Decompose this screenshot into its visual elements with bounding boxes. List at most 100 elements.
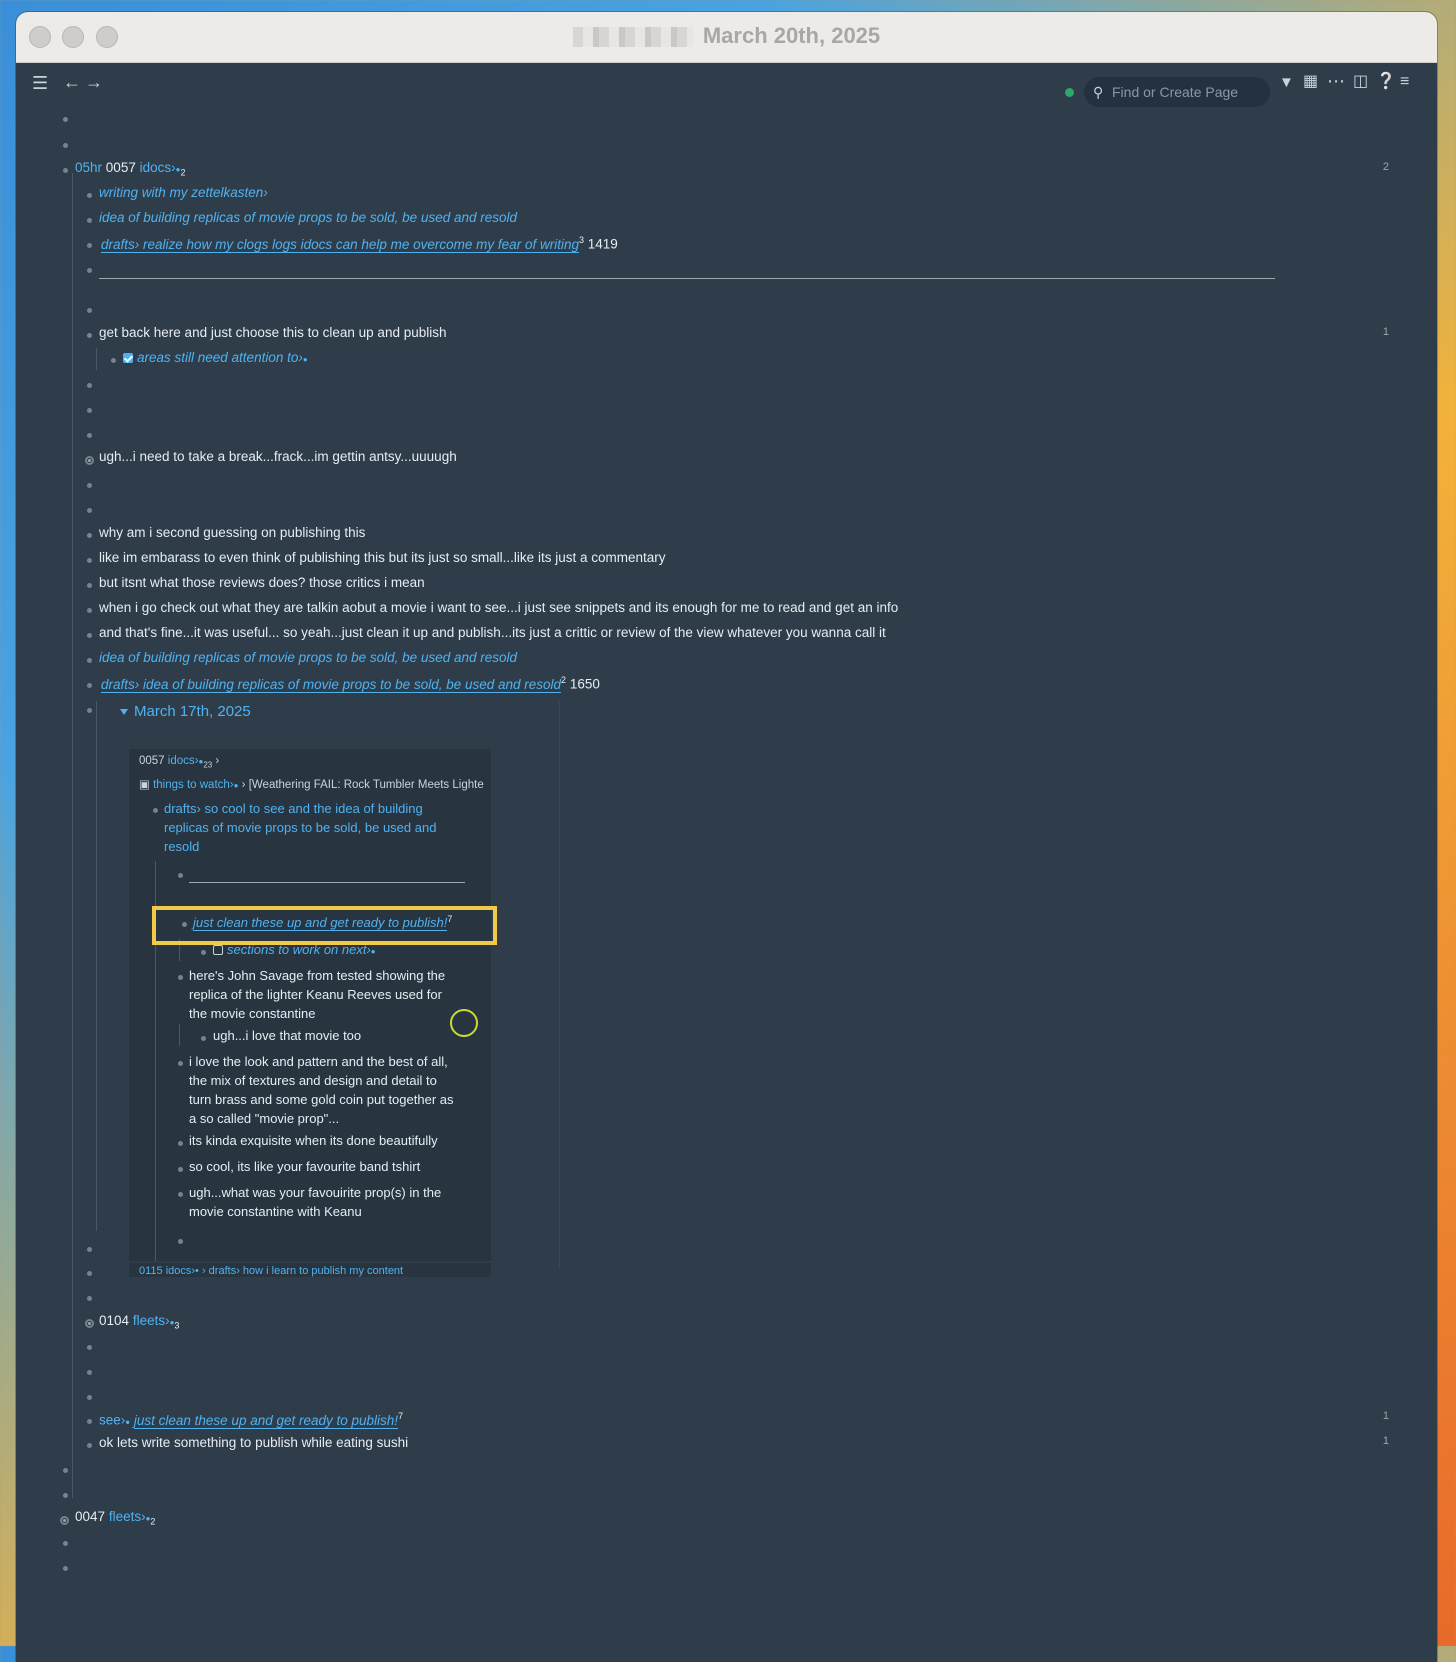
- block-bullet[interactable]: [87, 633, 92, 638]
- empty-block-bullet[interactable]: [63, 1468, 68, 1473]
- empty-block-bullet[interactable]: [87, 1345, 92, 1350]
- calendar-icon[interactable]: ▦: [1303, 73, 1318, 91]
- embed-breadcrumb[interactable]: 0057 idocs›●23 ›: [139, 755, 219, 769]
- text-block[interactable]: like im embarass to even think of publis…: [99, 550, 665, 565]
- fleets-link[interactable]: fleets›: [109, 1509, 146, 1524]
- block-bullet[interactable]: [87, 558, 92, 563]
- empty-block-bullet[interactable]: [63, 1541, 68, 1546]
- help-icon[interactable]: ❔: [1376, 73, 1396, 91]
- sushi-block[interactable]: ok lets write something to publish while…: [99, 1435, 408, 1450]
- empty-block-bullet[interactable]: [63, 117, 68, 122]
- collapse-arrow-icon[interactable]: [120, 709, 128, 716]
- filter-icon[interactable]: ▼: [1279, 74, 1294, 92]
- back-arrow-icon[interactable]: ←: [63, 73, 81, 91]
- block-bullet[interactable]: [178, 1141, 183, 1146]
- break-block[interactable]: ugh...i need to take a break...frack...i…: [99, 449, 457, 464]
- empty-block-bullet[interactable]: [87, 308, 92, 313]
- empty-block-bullet[interactable]: [87, 1296, 92, 1301]
- block-ref-count[interactable]: 1: [1383, 326, 1389, 338]
- checkbox-checked[interactable]: [123, 353, 133, 363]
- drafts-ref-link[interactable]: drafts› idea of building replicas of mov…: [101, 676, 562, 693]
- text-block[interactable]: when i go check out what they are talkin…: [99, 600, 898, 615]
- block-bullet[interactable]: [87, 193, 92, 198]
- embed-breadcrumb[interactable]: ▣ things to watch›● › [Weathering FAIL: …: [139, 777, 489, 791]
- john-savage-block[interactable]: here's John Savage from tested showing t…: [189, 966, 445, 1023]
- block-bullet[interactable]: [178, 873, 183, 878]
- clean-up-link[interactable]: just clean these up and get ready to pub…: [133, 1412, 399, 1429]
- block-bullet[interactable]: [111, 358, 116, 363]
- zettelkasten-link[interactable]: writing with my zettelkasten›: [99, 185, 268, 200]
- empty-block-bullet[interactable]: [87, 383, 92, 388]
- block-05hr[interactable]: 05hr 0057 idocs›●2: [75, 160, 185, 178]
- block-bullet[interactable]: [178, 1167, 183, 1172]
- crumb-tag-link[interactable]: idocs›: [168, 755, 199, 767]
- embed-scrollbar[interactable]: [559, 701, 560, 1269]
- block-ref-count[interactable]: 2: [1383, 161, 1389, 173]
- see-link[interactable]: see›: [99, 1413, 125, 1428]
- block-bullet[interactable]: [87, 1443, 92, 1448]
- block-bullet[interactable]: [178, 1061, 183, 1066]
- empty-block-bullet[interactable]: [178, 1239, 183, 1244]
- drafts-ref-link[interactable]: drafts› realize how my clogs logs idocs …: [101, 236, 579, 253]
- embed-date-link[interactable]: March 17th, 2025: [134, 703, 251, 720]
- time-link[interactable]: 05hr: [75, 160, 102, 175]
- movie-props-link[interactable]: idea of building replicas of movie props…: [99, 650, 517, 665]
- empty-block-bullet[interactable]: [87, 408, 92, 413]
- block-bullet[interactable]: [87, 608, 92, 613]
- more-icon[interactable]: ⋯: [1327, 72, 1345, 90]
- block-bullet[interactable]: [201, 1036, 206, 1041]
- text-block[interactable]: so cool, its like your favourite band ts…: [189, 1159, 420, 1174]
- block-bullet[interactable]: [201, 950, 206, 955]
- text-block[interactable]: and that's fine...it was useful... so ye…: [99, 625, 886, 640]
- block-ref-count[interactable]: 1: [1383, 1435, 1389, 1447]
- text-block[interactable]: ugh...i love that movie too: [213, 1028, 361, 1043]
- text-block[interactable]: why am i second guessing on publishing t…: [99, 525, 365, 540]
- embed-date-header[interactable]: March 17th, 2025: [120, 703, 251, 720]
- block-bullet[interactable]: [87, 683, 92, 688]
- forward-arrow-icon[interactable]: →: [85, 73, 103, 91]
- see-ref-block[interactable]: see›● just clean these up and get ready …: [99, 1411, 403, 1429]
- block-bullet[interactable]: [87, 708, 92, 713]
- get-back-block[interactable]: get back here and just choose this to cl…: [99, 325, 447, 340]
- block-bullet[interactable]: [87, 243, 92, 248]
- block-bullet[interactable]: [178, 1192, 183, 1197]
- block-bullet[interactable]: [87, 533, 92, 538]
- movie-props-link[interactable]: idea of building replicas of movie props…: [99, 210, 517, 225]
- love-the-look-block[interactable]: i love the look and pattern and the best…: [189, 1052, 454, 1128]
- empty-block-bullet[interactable]: [63, 1493, 68, 1498]
- right-sidebar-icon[interactable]: ≡: [1400, 73, 1409, 91]
- favourite-prop-block[interactable]: ugh...what was your favouirite prop(s) i…: [189, 1183, 441, 1221]
- empty-block-bullet[interactable]: [87, 1370, 92, 1375]
- block-0104[interactable]: 0104 fleets›●3: [99, 1313, 179, 1331]
- collapsed-block-bullet[interactable]: [85, 456, 94, 465]
- empty-block-bullet[interactable]: [87, 433, 92, 438]
- block-bullet[interactable]: [63, 168, 68, 173]
- empty-block-bullet[interactable]: [87, 1395, 92, 1400]
- empty-block-bullet[interactable]: [87, 1247, 92, 1252]
- collapsed-block-bullet[interactable]: [60, 1516, 69, 1525]
- block-bullet[interactable]: [87, 333, 92, 338]
- crumb-tag-link[interactable]: things to watch›: [153, 779, 234, 791]
- areas-attention-link[interactable]: areas still need attention to›: [137, 350, 303, 365]
- empty-block-bullet[interactable]: [87, 1271, 92, 1276]
- block-bullet[interactable]: [87, 218, 92, 223]
- empty-block-bullet[interactable]: [63, 143, 68, 148]
- block-bullet[interactable]: [87, 1419, 92, 1424]
- menu-icon[interactable]: ☰: [32, 74, 48, 92]
- block-bullet[interactable]: [153, 808, 158, 813]
- empty-block-bullet[interactable]: [87, 483, 92, 488]
- drafts-idea-block[interactable]: drafts› so cool to see and the idea of b…: [164, 799, 436, 856]
- block-ref-count[interactable]: 1: [1383, 1410, 1389, 1422]
- block-bullet[interactable]: [87, 583, 92, 588]
- sidebar-toggle-icon[interactable]: ◫: [1353, 73, 1368, 91]
- block-bullet[interactable]: [87, 268, 92, 273]
- tag-link[interactable]: idocs›: [140, 160, 176, 175]
- block-bullet[interactable]: [178, 975, 183, 980]
- fleets-link[interactable]: fleets›: [133, 1313, 170, 1328]
- empty-block-bullet[interactable]: [87, 508, 92, 513]
- text-block[interactable]: its kinda exquisite when its done beauti…: [189, 1133, 438, 1148]
- todo-areas-block[interactable]: areas still need attention to›●: [123, 350, 308, 365]
- block-0047[interactable]: 0047 fleets›●2: [75, 1509, 155, 1527]
- text-block[interactable]: but itsnt what those reviews does? those…: [99, 575, 425, 590]
- checkbox-unchecked[interactable]: [213, 945, 223, 955]
